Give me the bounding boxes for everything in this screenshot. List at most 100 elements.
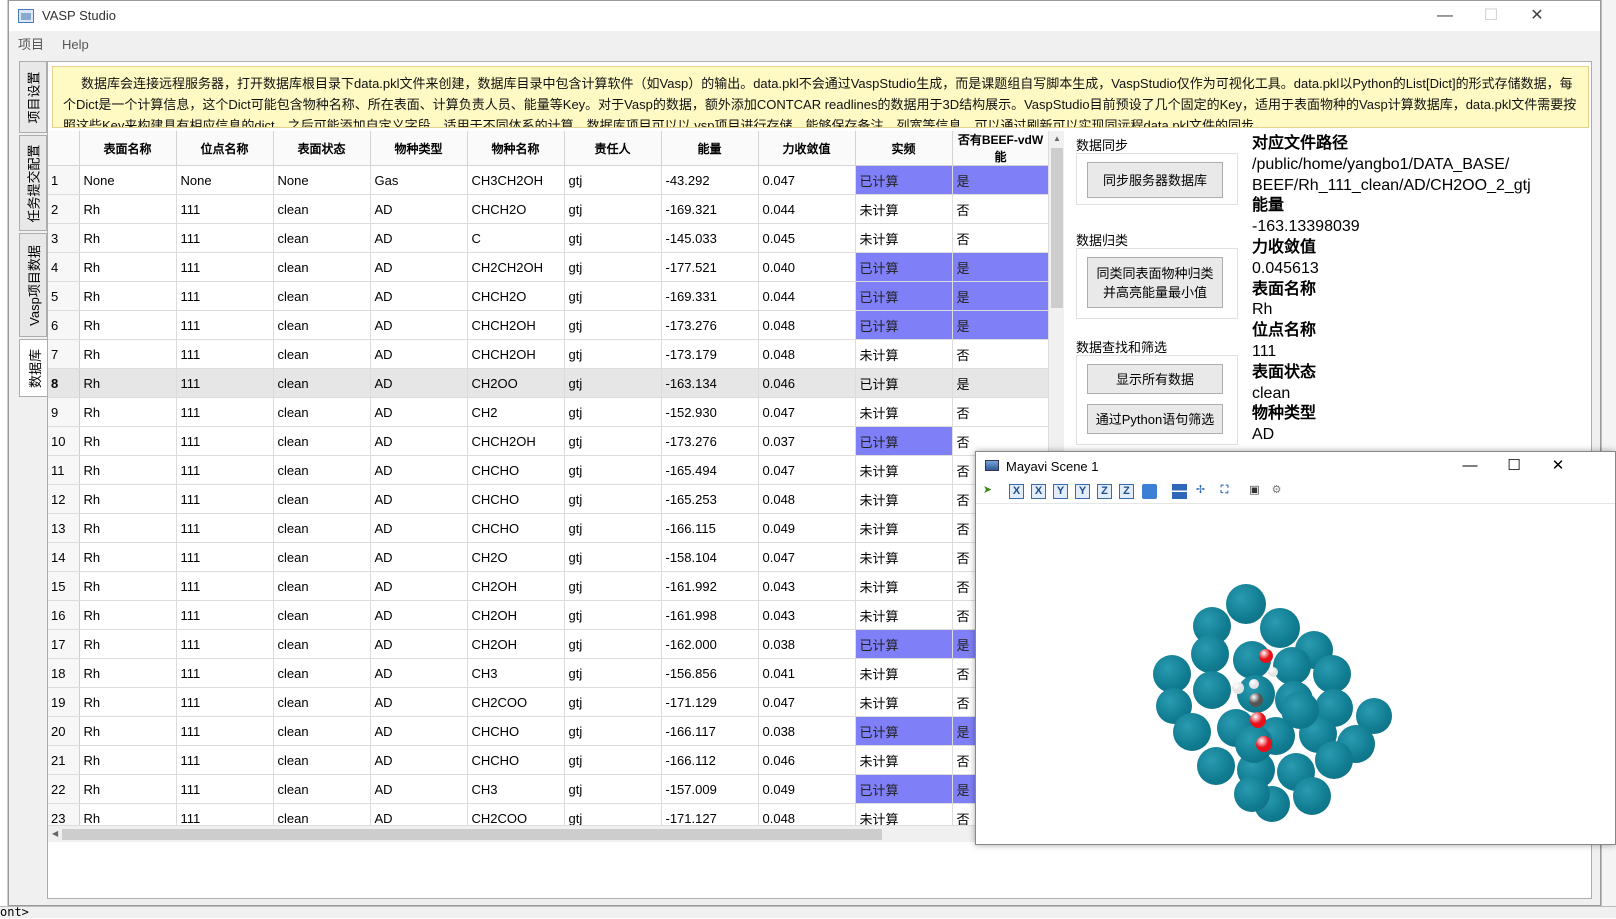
table-cell[interactable]: 111 [176, 745, 274, 775]
table-cell[interactable]: CHCH2O [467, 194, 565, 224]
table-cell[interactable]: 0.044 [758, 194, 856, 224]
table-row[interactable]: 17 Rh 111 clean AD CH2OH gtj -162.000 0.038 已计算是 [48, 629, 1050, 659]
column-header[interactable]: 力收敛值 [758, 131, 856, 166]
table-cell[interactable]: -165.253 [661, 484, 759, 514]
column-header[interactable]: 表面状态 [273, 131, 371, 166]
table-cell[interactable]: clean [273, 600, 371, 630]
table-cell[interactable]: 111 [176, 716, 274, 746]
row-number[interactable]: 3 [48, 223, 80, 253]
table-cell[interactable]: AD [370, 571, 468, 601]
table-cell[interactable]: 0.038 [758, 716, 856, 746]
table-cell[interactable]: 未计算 [855, 484, 953, 514]
table-cell[interactable]: 0.040 [758, 252, 856, 282]
table-cell[interactable]: clean [273, 716, 371, 746]
column-header[interactable]: 否有BEEF-vdW能 [952, 131, 1050, 166]
table-cell[interactable]: 111 [176, 426, 274, 456]
tab-vasp-project-data[interactable]: Vasp项目数据 [19, 233, 47, 337]
fullscreen-icon[interactable]: ⛶ [1217, 484, 1232, 499]
table-cell[interactable]: CH2OH [467, 571, 565, 601]
row-number[interactable]: 22 [48, 774, 80, 804]
row-number[interactable]: 19 [48, 687, 80, 717]
table-cell[interactable]: Rh [79, 745, 177, 775]
table-cell[interactable]: gtj [564, 774, 662, 804]
table-cell[interactable]: 是 [952, 281, 1050, 311]
row-number[interactable]: 7 [48, 339, 80, 369]
table-row[interactable]: 10 Rh 111 clean AD CHCH2OH gtj -173.276 0.037 已计算… [48, 426, 1050, 456]
view-y-plus-icon[interactable]: Y [1053, 484, 1068, 499]
mayavi-close-button[interactable]: ✕ [1536, 452, 1580, 480]
table-cell[interactable]: clean [273, 252, 371, 282]
table-cell[interactable]: -157.009 [661, 774, 759, 804]
table-cell[interactable]: Gas [370, 165, 468, 195]
table-cell[interactable]: clean [273, 542, 371, 572]
table-cell[interactable]: 111 [176, 281, 274, 311]
table-cell[interactable]: 是 [952, 165, 1050, 195]
table-cell[interactable]: Rh [79, 571, 177, 601]
table-cell[interactable]: CH2OH [467, 600, 565, 630]
table-row[interactable]: 11 Rh 111 clean AD CHCHO gtj -165.494 0.047 未计算否 [48, 455, 1050, 485]
table-cell[interactable]: clean [273, 368, 371, 398]
python-filter-button[interactable]: 通过Python语句筛选 [1087, 404, 1223, 434]
table-cell[interactable]: clean [273, 310, 371, 340]
table-cell[interactable]: CHCHO [467, 455, 565, 485]
table-cell[interactable]: 未计算 [855, 658, 953, 688]
table-cell[interactable]: AD [370, 629, 468, 659]
table-row[interactable]: 5 Rh 111 clean AD CHCH2O gtj -169.331 0.044 已计算是 [48, 281, 1050, 311]
table-cell[interactable]: Rh [79, 426, 177, 456]
table-cell[interactable]: AD [370, 600, 468, 630]
row-number[interactable]: 6 [48, 310, 80, 340]
table-cell[interactable]: AD [370, 542, 468, 572]
table-cell[interactable]: AD [370, 368, 468, 398]
close-button[interactable]: ✕ [1514, 1, 1560, 31]
table-cell[interactable]: -161.992 [661, 571, 759, 601]
table-cell[interactable]: 111 [176, 484, 274, 514]
table-cell[interactable]: 0.048 [758, 339, 856, 369]
table-cell[interactable]: 111 [176, 397, 274, 427]
minimize-button[interactable]: — [1422, 1, 1468, 31]
column-header[interactable]: 实频 [855, 131, 953, 166]
table-cell[interactable]: 未计算 [855, 339, 953, 369]
table-cell[interactable]: Rh [79, 252, 177, 282]
table-cell[interactable]: 0.048 [758, 484, 856, 514]
table-cell[interactable]: CHCHO [467, 745, 565, 775]
table-cell[interactable]: AD [370, 687, 468, 717]
table-cell[interactable]: AD [370, 310, 468, 340]
table-cell[interactable]: AD [370, 484, 468, 514]
scroll-thumb[interactable] [1051, 148, 1063, 308]
table-row[interactable]: 8 Rh 111 clean AD CH2OO gtj -163.134 0.046 已计算是 [48, 368, 1050, 398]
table-cell[interactable]: 未计算 [855, 397, 953, 427]
row-number[interactable]: 4 [48, 252, 80, 282]
mayavi-maximize-button[interactable]: ☐ [1492, 452, 1536, 480]
row-number[interactable]: 13 [48, 513, 80, 543]
scroll-thumb[interactable] [62, 829, 882, 840]
table-row[interactable]: 18 Rh 111 clean AD CH3 gtj -156.856 0.041 未计算否 [48, 658, 1050, 688]
table-cell[interactable]: gtj [564, 600, 662, 630]
row-number[interactable]: 10 [48, 426, 80, 456]
table-cell[interactable]: 111 [176, 542, 274, 572]
table-cell[interactable]: 111 [176, 687, 274, 717]
table-cell[interactable]: -177.521 [661, 252, 759, 282]
table-cell[interactable]: 未计算 [855, 571, 953, 601]
table-cell[interactable]: 0.045 [758, 223, 856, 253]
table-cell[interactable]: -166.115 [661, 513, 759, 543]
menu-help[interactable]: Help [53, 34, 98, 55]
pipeline-icon[interactable]: ➤ [980, 484, 995, 499]
table-cell[interactable]: 已计算 [855, 368, 953, 398]
table-cell[interactable]: 是 [952, 252, 1050, 282]
table-cell[interactable]: 否 [952, 194, 1050, 224]
table-cell[interactable]: Rh [79, 484, 177, 514]
row-number[interactable]: 18 [48, 658, 80, 688]
table-cell[interactable]: gtj [564, 455, 662, 485]
table-cell[interactable]: Rh [79, 542, 177, 572]
table-cell[interactable]: clean [273, 571, 371, 601]
table-cell[interactable]: gtj [564, 571, 662, 601]
table-cell[interactable]: 已计算 [855, 629, 953, 659]
table-cell[interactable]: 111 [176, 339, 274, 369]
table-cell[interactable]: Rh [79, 339, 177, 369]
table-cell[interactable]: 是 [952, 310, 1050, 340]
scroll-left-arrow-icon[interactable]: ◀ [52, 829, 58, 838]
table-row[interactable]: 4 Rh 111 clean AD CH2CH2OH gtj -177.521 0.040 已计算… [48, 252, 1050, 282]
table-cell[interactable]: AD [370, 716, 468, 746]
table-cell[interactable]: CHCHO [467, 484, 565, 514]
table-row[interactable]: 16 Rh 111 clean AD CH2OH gtj -161.998 0.043 未计算否 [48, 600, 1050, 630]
